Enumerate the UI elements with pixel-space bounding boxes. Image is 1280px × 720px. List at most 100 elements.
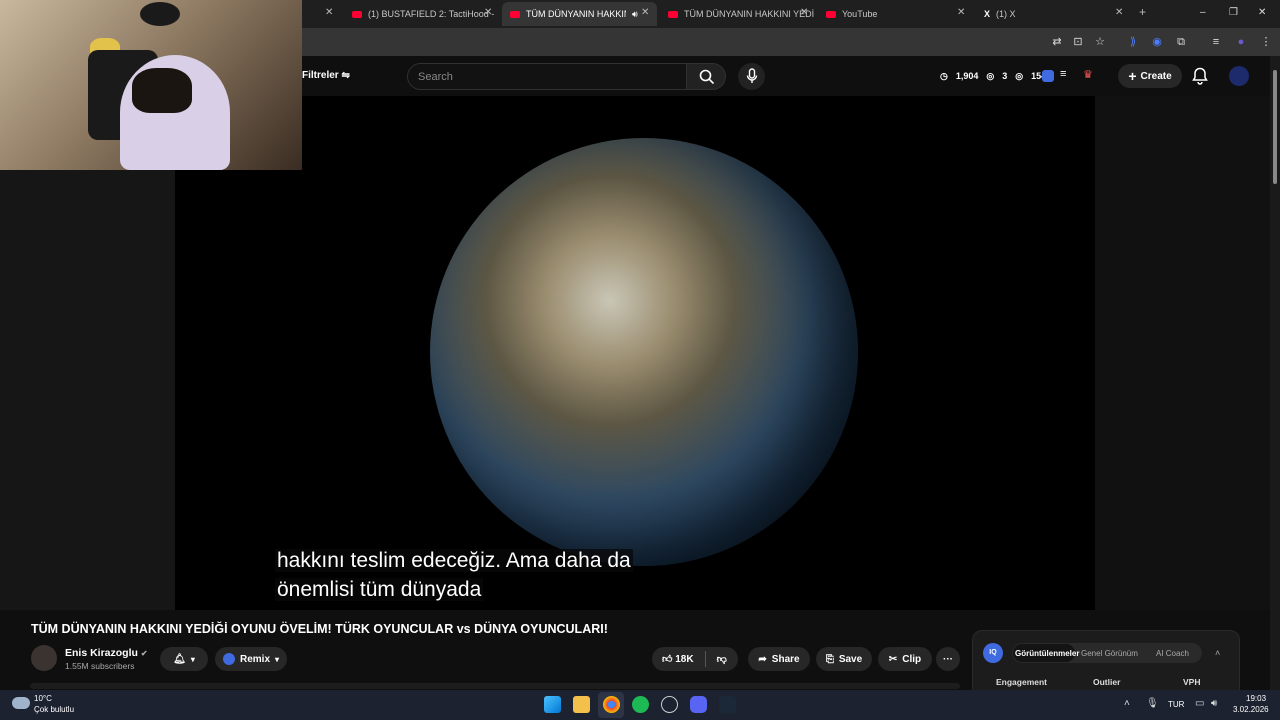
subtitle-line-2: önemlisi tüm dünyada <box>275 578 484 601</box>
browser-tab[interactable]: X (1) X <box>976 4 1116 24</box>
column-vph: VPH <box>1183 677 1201 687</box>
close-window-button[interactable]: ✕ <box>1258 7 1266 18</box>
iq-extension-icon[interactable]: ◉ <box>1150 35 1164 49</box>
subscribe-bell-button[interactable]: 🔔︎ ▾ <box>160 647 208 671</box>
plus-icon: + <box>1128 68 1137 84</box>
like-button[interactable]: 👍︎ 18K <box>662 653 694 665</box>
star-icon[interactable]: ☆ <box>1093 35 1107 49</box>
save-button[interactable]: ⎘ Save <box>816 647 872 671</box>
search-input[interactable]: Search <box>407 63 687 90</box>
sliders-icon: ⇋ <box>341 70 350 81</box>
scissors-icon: ✂ <box>888 653 898 665</box>
install-icon[interactable]: ⊡ <box>1071 35 1085 49</box>
youtube-icon <box>668 10 678 18</box>
tab-close-icon[interactable]: ✕ <box>957 7 965 18</box>
tab-close-icon[interactable]: ✕ <box>800 7 808 18</box>
streamer-hair <box>132 68 192 113</box>
new-tab-button[interactable]: + <box>1139 5 1146 19</box>
file-explorer-icon[interactable] <box>573 696 590 713</box>
comment-icon: ◎ <box>1015 71 1024 81</box>
filters-label: Filtreler <box>302 70 339 81</box>
remix-button[interactable]: Remix ▾ <box>215 647 287 671</box>
tab-close-icon[interactable]: ✕ <box>1115 7 1123 18</box>
more-actions-button[interactable]: ··· <box>936 647 960 671</box>
tab-close-icon[interactable]: ✕ <box>484 7 492 18</box>
clock-icon: ◷ <box>940 71 948 81</box>
video-title: TÜM DÜNYANIN HAKKINI YEDİĞİ OYUNU ÖVELİM… <box>31 622 608 636</box>
windows-start-icon[interactable] <box>544 696 561 713</box>
media-icon[interactable]: ≡ <box>1209 35 1223 49</box>
scrollbar-thumb[interactable] <box>1273 70 1277 184</box>
puzzle-icon[interactable]: ⧉ <box>1174 35 1188 49</box>
webcam-overlay <box>0 0 302 170</box>
weather-description[interactable]: Çok bulutlu <box>34 705 74 714</box>
weather-cloud-icon[interactable] <box>12 697 30 709</box>
bookmark-icon: ⎘ <box>825 653 834 665</box>
iq-badge-icon[interactable] <box>1042 70 1054 82</box>
thumbs-up-icon: 👍︎ <box>662 654 673 665</box>
extension-icon[interactable]: ⟫ <box>1126 35 1140 49</box>
x-icon: X <box>984 9 991 19</box>
collapse-chevron-icon[interactable]: ˄ <box>1215 648 1220 658</box>
notifications-bell-icon[interactable] <box>1192 67 1208 90</box>
microphone-tray-icon[interactable]: 🎙︎ <box>1146 698 1159 709</box>
column-outlier: Outlier <box>1093 677 1121 687</box>
speaker-icon[interactable]: 🔊︎ <box>632 9 638 20</box>
browser-tab[interactable]: (1) BUSTAFIELD 2: TactiHood - Y <box>344 4 494 24</box>
menu-icon[interactable]: ⋮ <box>1259 35 1273 49</box>
channel-name[interactable]: Enis Kirazoglu ✔ <box>65 647 148 659</box>
create-button[interactable]: + Create <box>1118 64 1182 88</box>
trophy-icon[interactable]: ♛ <box>1083 68 1093 81</box>
thumbs-down-icon: 👎︎ <box>716 654 727 665</box>
account-avatar[interactable] <box>1229 66 1249 86</box>
language-indicator[interactable]: TUR <box>1168 700 1184 709</box>
share-button[interactable]: ➦ Share <box>748 647 810 671</box>
tab-goruntulenmeler[interactable]: Görüntülenmeler <box>1015 649 1079 658</box>
tab-close-icon[interactable]: ✕ <box>325 7 333 18</box>
video-player[interactable]: hakkını teslim edeceğiz. Ama daha da öne… <box>175 96 1095 610</box>
video-subtitles: hakkını teslim edeceğiz. Ama daha da öne… <box>275 546 633 604</box>
dislike-button[interactable]: 👎︎ <box>717 653 727 665</box>
browser-tab[interactable]: TÜM DÜNYANIN HAKKINI YEDİ <box>660 4 820 24</box>
profile-icon[interactable]: ● <box>1234 35 1248 49</box>
column-engagement: Engagement <box>996 677 1048 687</box>
live-count: 3 <box>1002 71 1008 81</box>
app-icon[interactable] <box>661 696 678 713</box>
steam-icon[interactable] <box>719 696 736 713</box>
share-icon: ➦ <box>758 653 767 665</box>
network-icon[interactable]: ▭ <box>1195 698 1204 709</box>
tab-label: TÜM DÜNYANIN HAKKINI YEDİ <box>684 9 815 19</box>
like-dislike-group: 👍︎ 18K 👎︎ <box>652 647 738 671</box>
tab-close-icon[interactable]: ✕ <box>641 7 649 18</box>
discord-icon[interactable] <box>690 696 707 713</box>
maximize-button[interactable]: ❐ <box>1229 7 1238 18</box>
translate-icon[interactable]: ⇄ <box>1050 35 1064 49</box>
minimize-button[interactable]: – <box>1200 7 1206 18</box>
clip-button[interactable]: ✂ Clip <box>878 647 932 671</box>
right-background <box>1095 96 1270 610</box>
browser-tab[interactable]: YouTube <box>818 4 958 24</box>
left-background <box>0 170 175 610</box>
earth-globe-image <box>430 138 858 566</box>
tab-ai-coach[interactable]: AI Coach <box>1156 649 1189 658</box>
save-label: Save <box>838 653 863 665</box>
tab-label: TÜM DÜNYANIN HAKKINI <box>526 9 626 19</box>
tray-chevron-icon[interactable]: ˄ <box>1124 698 1130 709</box>
channel-name-text: Enis Kirazoglu <box>65 647 138 659</box>
filters-button[interactable]: Filtreler ⇋ <box>302 70 350 81</box>
list-icon[interactable]: ≡ <box>1060 68 1066 80</box>
spotify-icon[interactable] <box>632 696 649 713</box>
mic-button[interactable] <box>738 63 765 90</box>
search-button[interactable] <box>686 63 726 90</box>
chrome-icon[interactable] <box>603 696 620 713</box>
browser-tab-active[interactable]: TÜM DÜNYANIN HAKKINI 🔊︎ <box>502 2 657 26</box>
youtube-icon <box>352 10 362 18</box>
tab-label: YouTube <box>842 9 878 19</box>
volume-icon[interactable]: 🔊︎ <box>1211 698 1217 709</box>
weather-temperature[interactable]: 10°C <box>34 694 52 703</box>
tab-genel-gorunum[interactable]: Genel Görünüm <box>1081 649 1138 658</box>
clock-time[interactable]: 19:03 <box>1246 694 1266 703</box>
channel-avatar[interactable] <box>31 645 57 671</box>
chevron-down-icon: ▾ <box>275 654 280 664</box>
clock-date[interactable]: 3.02.2026 <box>1233 705 1269 714</box>
